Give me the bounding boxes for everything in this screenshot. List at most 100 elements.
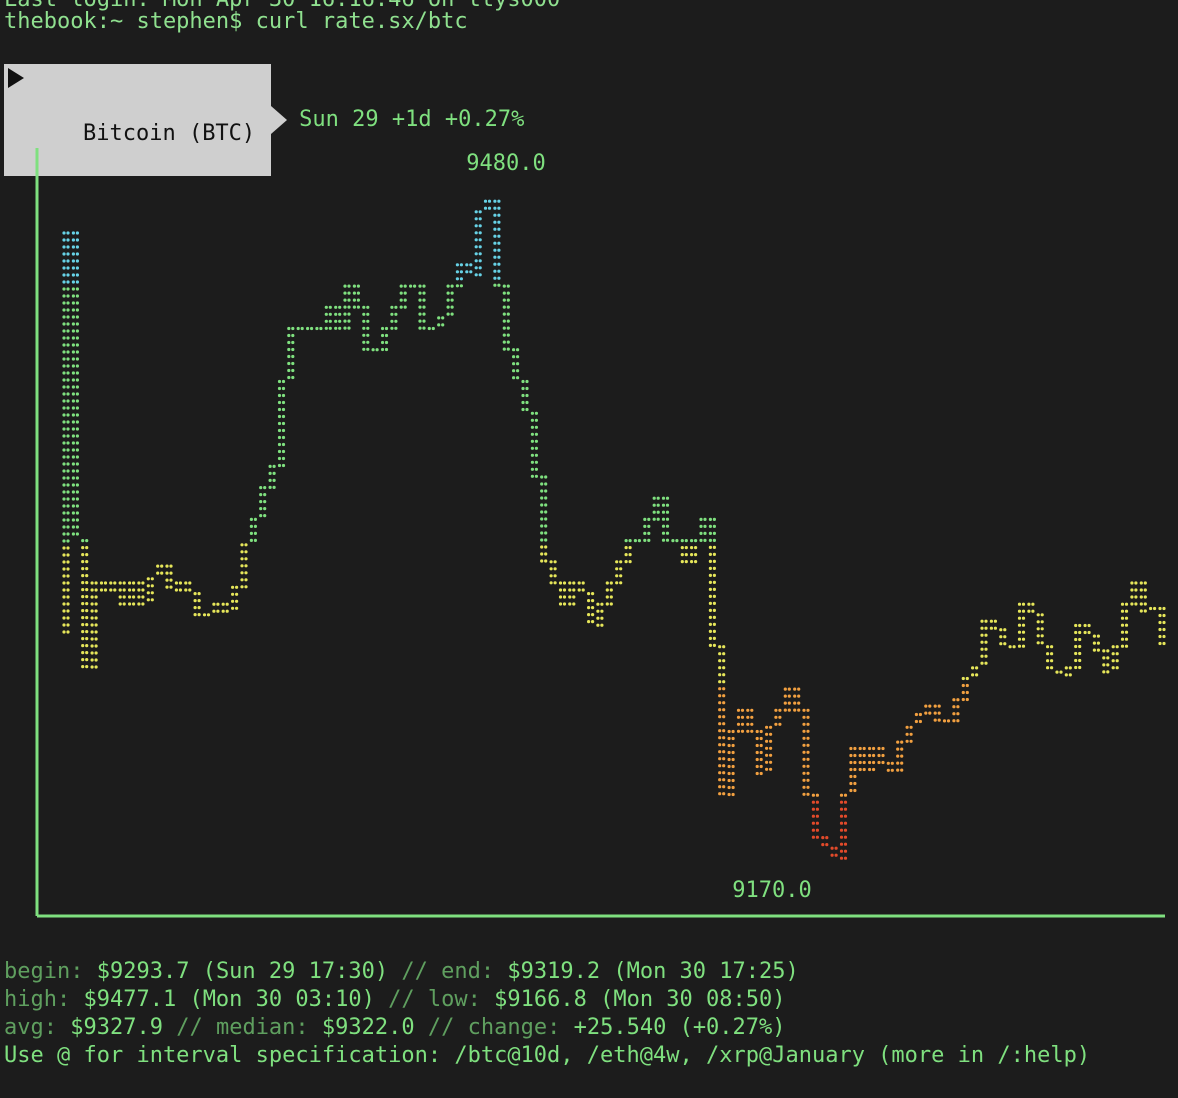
price-dot [66,231,70,235]
price-dot [975,666,979,670]
price-dot [71,231,75,235]
change-stat-label: change: [467,1015,561,1040]
price-dot [708,608,713,613]
price-dot [62,364,66,368]
price-dot [858,767,862,772]
price-dot [81,595,85,599]
price-dot [1102,656,1106,660]
price-dot [188,581,192,585]
price-dot [85,623,89,627]
price-dot [718,792,722,796]
price-dot [62,553,66,557]
price-dot [235,592,239,596]
price-dot [71,504,75,508]
price-dot [66,371,70,375]
price-dot [1111,659,1115,663]
price-dot [722,750,726,754]
price-dot [549,560,553,564]
price-dot [1074,651,1078,656]
price-dot [727,736,731,741]
price-dot [71,364,75,368]
price-dot [587,613,591,617]
price-dot [338,305,342,309]
price-dot [465,263,469,267]
price-dot [778,715,782,719]
price-dot [806,729,810,733]
price-dot [909,732,913,736]
price-dot [403,284,407,288]
price-dot [244,564,248,568]
price-dot [853,774,857,779]
price-dot [71,532,75,536]
price-dot [890,768,894,772]
price-dot [272,485,276,489]
price-dot [343,291,347,295]
price-dot [843,856,848,860]
price-dot [811,800,816,804]
price-dot [680,553,684,557]
price-dot [619,567,623,571]
price-dot [839,835,844,839]
price-dot [746,729,750,733]
price-dot [802,757,806,761]
price-dot [587,592,591,596]
price-dot [225,602,229,606]
price-dot [615,581,619,585]
price-dot [403,298,407,302]
price-dot [830,846,834,850]
price-dot [253,524,257,529]
price-dot [268,478,272,482]
price-dot [849,767,853,772]
price-dot [71,266,75,270]
price-dot [778,722,782,726]
price-dot [731,792,735,797]
price-dot [66,308,70,312]
price-dot [661,538,666,542]
price-dot [605,588,609,592]
price-dot [540,482,544,486]
price-dot [731,785,735,790]
price-dot [540,531,544,535]
price-dot [628,560,632,564]
price-dot [1143,581,1147,585]
price-dot [765,732,769,736]
price-dot [437,323,441,327]
price-dot [497,276,501,280]
price-dot [493,255,497,259]
price-dot [750,729,754,733]
price-dot [843,835,848,839]
price-dot [99,581,104,585]
price-dot [849,781,853,786]
price-dot [1115,659,1119,663]
price-dot [338,312,342,316]
price-dot [690,546,694,550]
price-dot [94,581,98,585]
price-dot [619,574,623,578]
price-dot [1003,635,1007,639]
price-dot [324,319,328,323]
price-dot [1021,616,1026,620]
price-dot [980,654,984,658]
price-dot [1139,588,1143,592]
price-dot [540,559,544,563]
low-label: low: [427,987,481,1012]
price-dot [118,602,122,606]
price-dot [150,591,154,595]
price-dot [961,697,965,702]
price-dot [525,393,529,398]
price-dot [722,666,726,670]
price-dot [75,280,79,284]
price-dot [240,550,244,554]
price-dot [90,602,94,606]
price-dot [534,453,539,457]
price-dot [516,355,520,359]
price-dot [62,630,66,634]
price-dot [169,564,173,568]
price-dot [619,581,623,585]
price-dot [690,553,694,557]
price-dot [530,411,535,415]
price-dot [1059,670,1063,674]
price-dot [765,760,769,764]
help-line: Use @ for interval specification: /btc@1… [4,1043,1091,1068]
price-dot [703,517,707,522]
